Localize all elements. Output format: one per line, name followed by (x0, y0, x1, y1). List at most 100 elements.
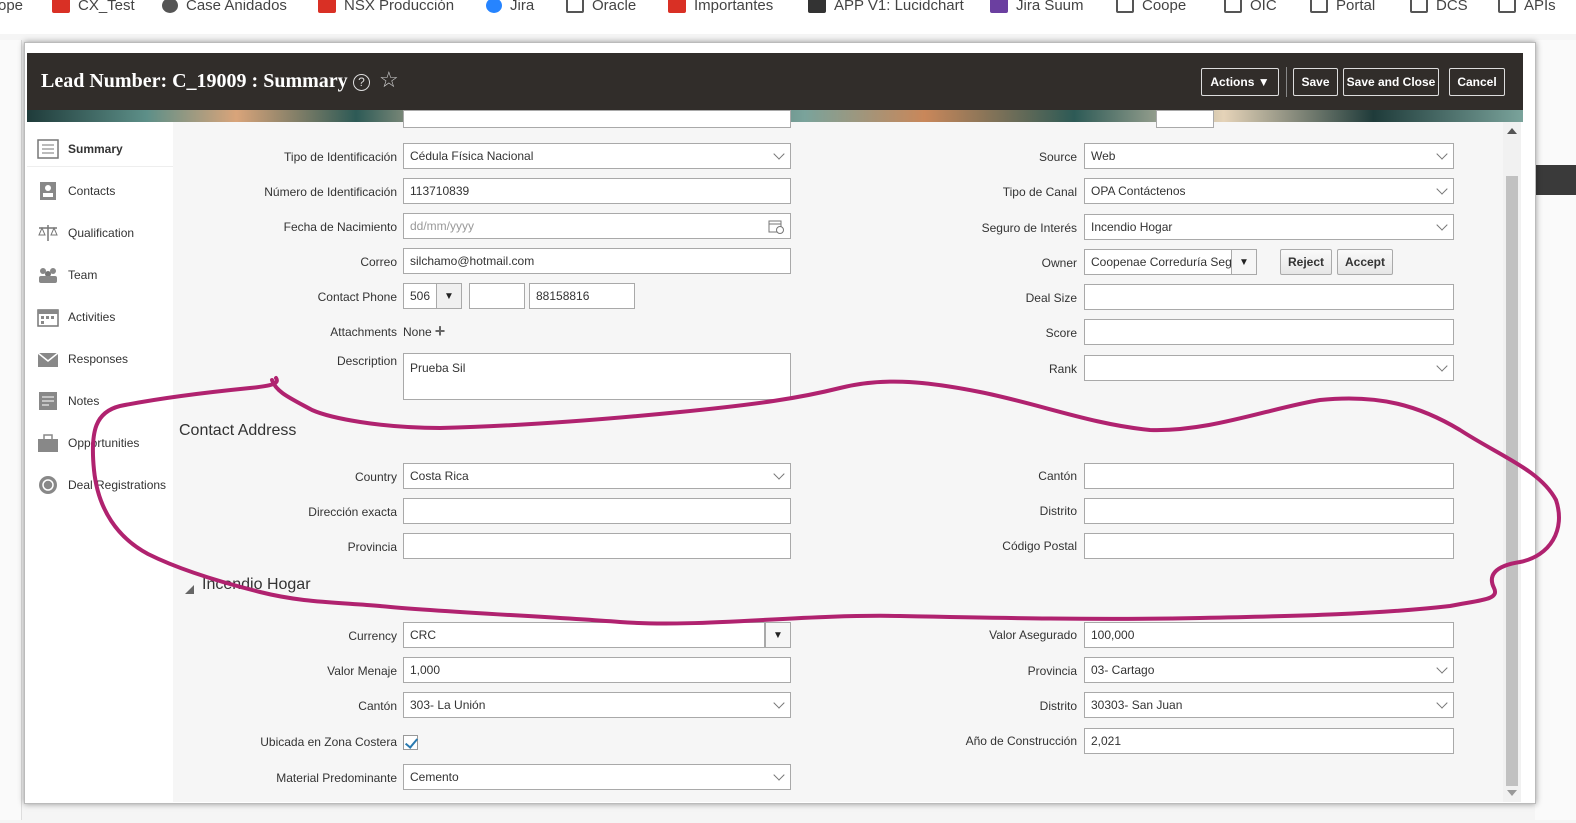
distrito-input[interactable] (1084, 498, 1454, 524)
phone-country-dropdown-button[interactable]: ▼ (436, 283, 462, 309)
calendar-icon (37, 309, 59, 327)
bookmark-item[interactable]: Importantes (668, 0, 773, 16)
deal-size-input[interactable] (1084, 284, 1454, 310)
nav-item-responses[interactable]: Responses (27, 341, 173, 377)
bookmark-item[interactable]: CX_Test (52, 0, 135, 16)
phone-area-input[interactable] (469, 283, 525, 309)
tipo-identificacion-select[interactable]: Cédula Física Nacional (403, 143, 791, 169)
red-square-icon (52, 0, 70, 13)
codigo-postal-input[interactable] (1084, 533, 1454, 559)
bookmark-item[interactable]: DCS (1410, 0, 1468, 16)
cutoff-button[interactable] (1156, 110, 1214, 128)
country-label: Country (354, 470, 397, 484)
valor-menaje-input[interactable]: 1,000 (403, 657, 791, 683)
bookmark-item[interactable]: ope (0, 0, 23, 16)
source-select[interactable]: Web (1084, 143, 1454, 169)
date-placeholder: dd/mm/yyyy (410, 219, 475, 233)
seguro-interes-label: Seguro de Interés (981, 221, 1077, 235)
numero-identificacion-input[interactable]: 113710839 (403, 178, 791, 204)
bookmark-item[interactable]: Jira (486, 0, 534, 16)
nav-item-team[interactable]: Team (27, 257, 173, 293)
bookmark-label: Case Anidados (186, 0, 287, 14)
envelope-icon (37, 352, 59, 367)
seguro-interes-select[interactable]: Incendio Hogar (1084, 214, 1454, 240)
rank-select[interactable] (1084, 355, 1454, 381)
fecha-nacimiento-input[interactable]: dd/mm/yyyy (403, 213, 791, 239)
provincia-input[interactable] (403, 533, 791, 559)
bookmark-item[interactable]: Jira Suum (990, 0, 1084, 16)
canton-input[interactable] (1084, 463, 1454, 489)
save-button[interactable]: Save (1293, 68, 1338, 96)
content-area: Tipo de Identificación Cédula Física Nac… (173, 110, 1503, 802)
calendar-picker-icon[interactable] (768, 218, 784, 234)
owner-dropdown-button[interactable]: ▼ (1231, 249, 1257, 275)
bookmark-item[interactable]: Case Anidados (162, 0, 287, 16)
material-select[interactable]: Cemento (403, 764, 791, 790)
bookmark-label: Oracle (592, 0, 637, 14)
vertical-scrollbar[interactable] (1503, 122, 1521, 802)
globe-icon (162, 0, 178, 13)
add-attachment-icon[interactable]: + (435, 321, 446, 342)
nav-item-summary[interactable]: Summary (27, 131, 173, 167)
bookmark-item[interactable]: Oracle (566, 0, 636, 16)
direccion-exacta-input[interactable] (403, 498, 791, 524)
valor-asegurado-label: Valor Asegurado (989, 628, 1077, 642)
currency-input[interactable]: CRC (403, 622, 765, 648)
provincia-incendio-select[interactable]: 03- Cartago (1084, 657, 1454, 683)
nav-label: Summary (68, 141, 123, 156)
zona-costera-checkbox[interactable] (403, 735, 418, 750)
nav-item-notes[interactable]: Notes (27, 383, 173, 419)
score-input[interactable] (1084, 319, 1454, 345)
nav-label: Qualification (68, 226, 135, 240)
valor-menaje-label: Valor Menaje (327, 664, 397, 678)
bookmark-item[interactable]: APIs (1498, 0, 1556, 16)
anio-construccion-input[interactable]: 2,021 (1084, 728, 1454, 754)
nav-item-deal-registrations[interactable]: Deal Registrations (27, 467, 173, 503)
folder-icon (1410, 0, 1428, 13)
bookmark-label: Jira (510, 0, 535, 14)
scroll-up-arrow-icon[interactable] (1507, 128, 1517, 134)
chevron-down-icon (1436, 183, 1448, 195)
nav-label: Activities (68, 310, 116, 324)
provincia-incendio-label: Provincia (1027, 664, 1077, 678)
currency-dropdown-button[interactable]: ▼ (765, 622, 791, 648)
bookmark-item[interactable]: OIC (1224, 0, 1277, 16)
bookmark-item[interactable]: Portal (1310, 0, 1375, 16)
correo-input[interactable]: silchamo@hotmail.com (403, 248, 791, 274)
valor-asegurado-input[interactable]: 100,000 (1084, 622, 1454, 648)
reject-button[interactable]: Reject (1280, 249, 1332, 275)
collapse-triangle-icon[interactable] (185, 585, 194, 594)
incendio-hogar-title[interactable]: Incendio Hogar (202, 576, 311, 594)
nav-item-activities[interactable]: Activities (27, 299, 173, 335)
accept-button[interactable]: Accept (1337, 249, 1393, 275)
favorite-star-icon[interactable]: ☆ (379, 67, 399, 93)
nav-item-contacts[interactable]: Contacts (27, 173, 173, 209)
tipo-canal-select[interactable]: OPA Contáctenos (1084, 178, 1454, 204)
phone-country-code-input[interactable]: 506 (403, 283, 437, 309)
phone-number-input[interactable]: 88158816 (529, 283, 635, 309)
help-icon[interactable]: ? (353, 74, 370, 91)
cutoff-input[interactable] (403, 110, 791, 128)
owner-input[interactable]: Coopenae Correduría Seg (1084, 249, 1232, 275)
chevron-down-icon (773, 148, 785, 160)
scroll-thumb[interactable] (1506, 176, 1518, 786)
actions-button[interactable]: Actions ▼ (1201, 68, 1279, 96)
owner-label: Owner (1041, 256, 1077, 270)
bookmark-label: NSX Producción (344, 0, 455, 14)
folder-icon (1498, 0, 1516, 13)
save-and-close-button[interactable]: Save and Close (1343, 68, 1439, 96)
bookmark-item[interactable]: APP V1: Lucidchart (808, 0, 964, 16)
bookmark-item[interactable]: Coope (1116, 0, 1186, 16)
cancel-button[interactable]: Cancel (1449, 68, 1505, 96)
scroll-down-arrow-icon[interactable] (1507, 790, 1517, 796)
select-value: Cemento (410, 770, 459, 784)
description-label: Description (336, 354, 397, 368)
canton-incendio-select[interactable]: 303- La Unión (403, 692, 791, 718)
currency-label: Currency (348, 629, 397, 643)
description-textarea[interactable]: Prueba Sil (403, 353, 791, 400)
nav-item-qualification[interactable]: Qualification (27, 215, 173, 251)
country-select[interactable]: Costa Rica (403, 463, 791, 489)
distrito-incendio-select[interactable]: 30303- San Juan (1084, 692, 1454, 718)
nav-item-opportunities[interactable]: Opportunities (27, 425, 173, 461)
bookmark-item[interactable]: NSX Producción (318, 0, 454, 16)
